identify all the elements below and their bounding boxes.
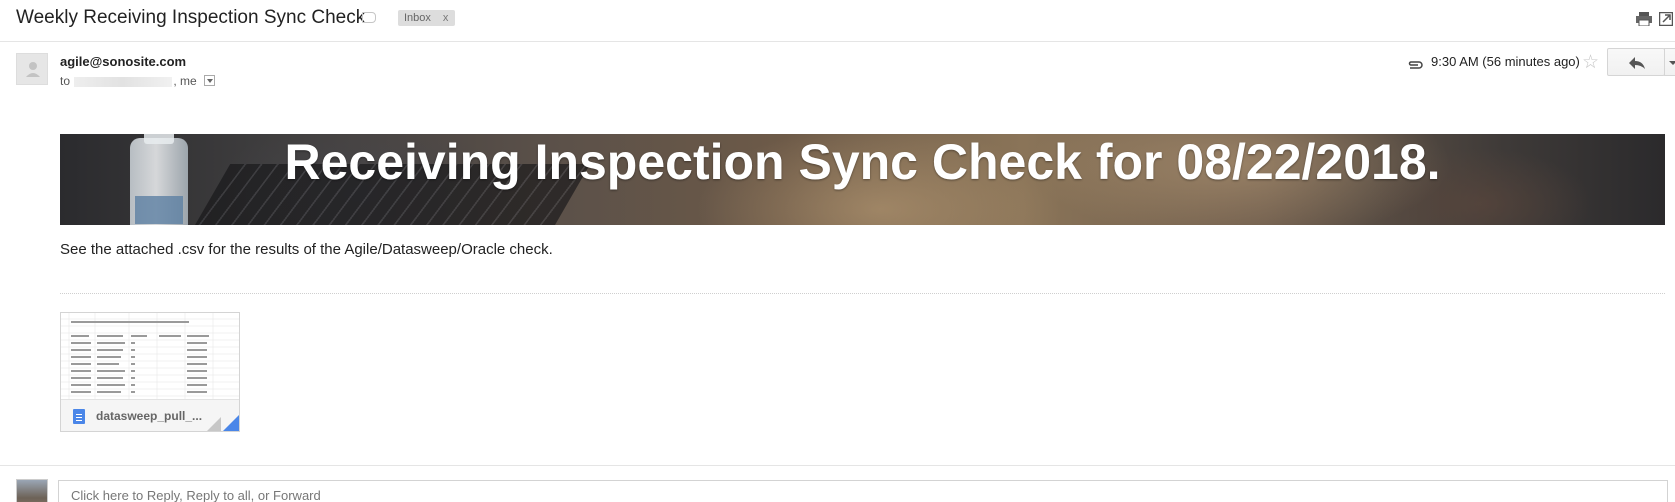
banner-title: Receiving Inspection Sync Check for 08/2… bbox=[284, 134, 1441, 190]
new-window-icon[interactable] bbox=[1659, 12, 1673, 26]
attachment-fold-shadow bbox=[205, 417, 221, 431]
reply-divider bbox=[0, 465, 1675, 466]
reply-box[interactable]: Click here to Reply, Reply to all, or Fo… bbox=[58, 480, 1668, 502]
show-details-button[interactable] bbox=[204, 75, 216, 87]
banner-bottle-label bbox=[135, 196, 183, 224]
spreadsheet-file-icon bbox=[73, 409, 85, 424]
print-icon[interactable] bbox=[1636, 12, 1652, 26]
label-tag-icon[interactable] bbox=[362, 12, 376, 23]
message-timestamp: 9:30 AM (56 minutes ago) bbox=[1431, 54, 1580, 69]
star-icon[interactable]: ☆ bbox=[1582, 51, 1599, 74]
paperclip-icon bbox=[1408, 61, 1423, 69]
email-banner: Receiving Inspection Sync Check for 08/2… bbox=[60, 134, 1665, 225]
remove-label-button[interactable]: x bbox=[443, 12, 449, 24]
recipients-line: to , me bbox=[60, 74, 216, 88]
user-avatar bbox=[16, 479, 48, 502]
sender-address[interactable]: agile@sonosite.com bbox=[60, 54, 186, 69]
inbox-label-chip[interactable]: Inbox x bbox=[398, 10, 456, 26]
attachment-card[interactable]: datasweep_pull_... bbox=[60, 312, 240, 432]
person-icon bbox=[26, 62, 40, 77]
sender-avatar[interactable] bbox=[16, 53, 48, 85]
attachment-preview bbox=[61, 313, 239, 399]
attachment-filename[interactable]: datasweep_pull_... bbox=[96, 409, 202, 423]
to-prefix: to bbox=[60, 74, 71, 88]
reply-button[interactable] bbox=[1607, 48, 1665, 76]
more-options-button[interactable] bbox=[1664, 48, 1675, 76]
reply-arrow-icon bbox=[1629, 57, 1645, 69]
redacted-recipient bbox=[74, 76, 173, 87]
subject-bar: Weekly Receiving Inspection Sync Check I… bbox=[0, 0, 1675, 38]
attachment-corner-fold bbox=[221, 413, 239, 431]
email-subject: Weekly Receiving Inspection Sync Check bbox=[16, 7, 366, 28]
spreadsheet-thumbnail bbox=[61, 313, 239, 399]
email-body-text: See the attached .csv for the results of… bbox=[60, 241, 553, 258]
header-divider bbox=[0, 41, 1675, 42]
attachment-separator bbox=[60, 293, 1665, 294]
inbox-label-text: Inbox bbox=[404, 12, 431, 24]
attachment-footer[interactable]: datasweep_pull_... bbox=[61, 399, 239, 431]
to-me: , me bbox=[173, 74, 197, 88]
